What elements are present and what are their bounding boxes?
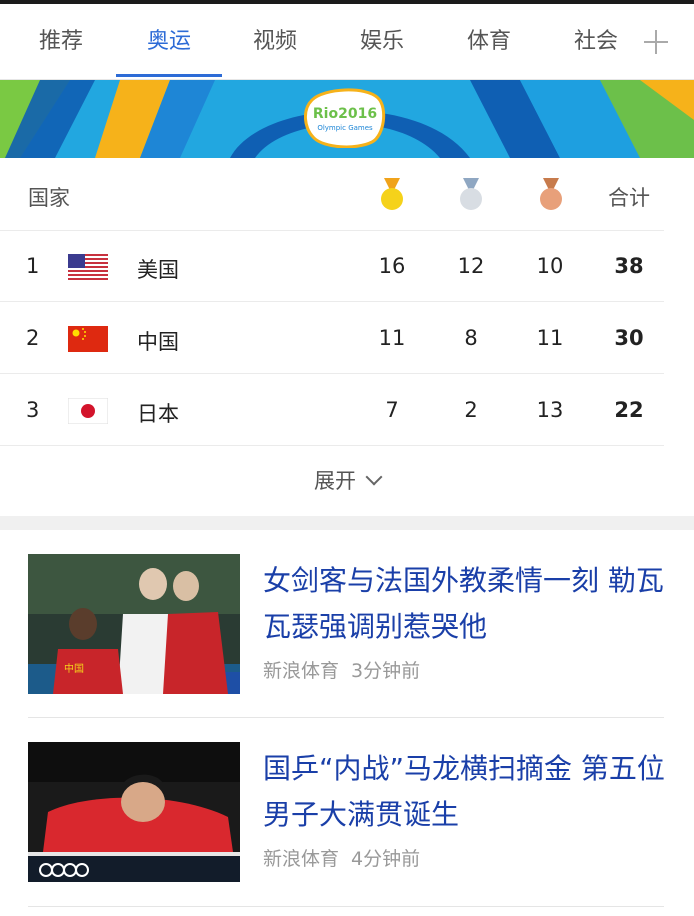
rank: 1	[26, 254, 40, 278]
country-name: 日本	[137, 402, 179, 426]
tab-society[interactable]: 社会	[543, 22, 649, 62]
bronze-count: 13	[536, 398, 564, 422]
logo-subtext: Olympic Games	[317, 124, 373, 132]
news-item[interactable]: 中国 女剑客与法国外教柔情一刻 勒瓦瓦瑟强调别惹哭他 新浪体育 3分钟前	[0, 530, 694, 718]
silver-medal-icon	[460, 178, 482, 210]
add-tab-icon[interactable]	[640, 22, 672, 62]
silver-count: 12	[457, 254, 485, 278]
expand-button[interactable]: 展开	[0, 446, 694, 516]
country-name: 中国	[137, 330, 179, 354]
rio-2016-logo: Rio2016 Olympic Games	[304, 88, 386, 148]
bronze-count: 11	[536, 326, 564, 350]
country-column-header: 国家	[28, 186, 70, 210]
gold-count: 16	[378, 254, 406, 278]
news-thumbnail-fencing: 中国	[28, 554, 240, 694]
medal-row[interactable]: 1 美国 16 12 10 38	[0, 230, 694, 302]
gold-count: 7	[385, 398, 399, 422]
news-source: 新浪体育	[263, 848, 340, 870]
rank: 2	[26, 326, 40, 350]
top-bar	[0, 0, 694, 4]
china-flag-icon	[68, 326, 108, 352]
medal-row[interactable]: 2 中国 11 8 11 30	[0, 302, 694, 374]
gold-count: 11	[378, 326, 406, 350]
news-title[interactable]: 国乒“内战”马龙横扫摘金 第五位男子大满贯诞生	[263, 746, 673, 838]
medal-row[interactable]: 3 日本 7 2 13 22	[0, 374, 694, 446]
tab-recommend[interactable]: 推荐	[8, 22, 114, 62]
news-time: 3分钟前	[351, 660, 421, 682]
gold-medal-icon	[381, 178, 403, 210]
logo-text: Rio2016	[313, 106, 377, 122]
total-column-header: 合计	[608, 186, 650, 210]
section-gap	[0, 516, 694, 530]
news-meta: 新浪体育 3分钟前	[263, 656, 432, 683]
silver-count: 8	[464, 326, 478, 350]
news-time: 4分钟前	[351, 848, 421, 870]
channel-tabs: 推荐 奥运 视频 娱乐 体育 社会	[0, 0, 694, 80]
tab-sports[interactable]: 体育	[436, 22, 542, 62]
tab-olympics[interactable]: 奥运	[116, 22, 222, 62]
rank: 3	[26, 398, 40, 422]
tab-video[interactable]: 视频	[222, 22, 328, 62]
news-divider	[28, 906, 664, 907]
news-item[interactable]: 国乒“内战”马龙横扫摘金 第五位男子大满贯诞生 新浪体育 4分钟前	[0, 718, 694, 906]
news-source: 新浪体育	[263, 660, 340, 682]
silver-count: 2	[464, 398, 478, 422]
country-name: 美国	[137, 258, 179, 282]
expand-label: 展开	[314, 469, 356, 493]
chevron-down-icon	[365, 468, 383, 486]
total-count: 38	[614, 254, 644, 278]
svg-text:中国: 中国	[64, 662, 84, 675]
japan-flag-icon	[68, 398, 108, 424]
total-count: 30	[614, 326, 644, 350]
news-title[interactable]: 女剑客与法国外教柔情一刻 勒瓦瓦瑟强调别惹哭他	[263, 558, 673, 650]
active-tab-indicator	[116, 74, 222, 77]
news-thumbnail-table-tennis	[28, 742, 240, 882]
news-meta: 新浪体育 4分钟前	[263, 844, 432, 871]
bronze-count: 10	[536, 254, 564, 278]
medal-table-header: 国家 合计	[0, 158, 694, 230]
usa-flag-icon	[68, 254, 108, 280]
total-count: 22	[614, 398, 644, 422]
tab-entertainment[interactable]: 娱乐	[329, 22, 435, 62]
bronze-medal-icon	[540, 178, 562, 210]
